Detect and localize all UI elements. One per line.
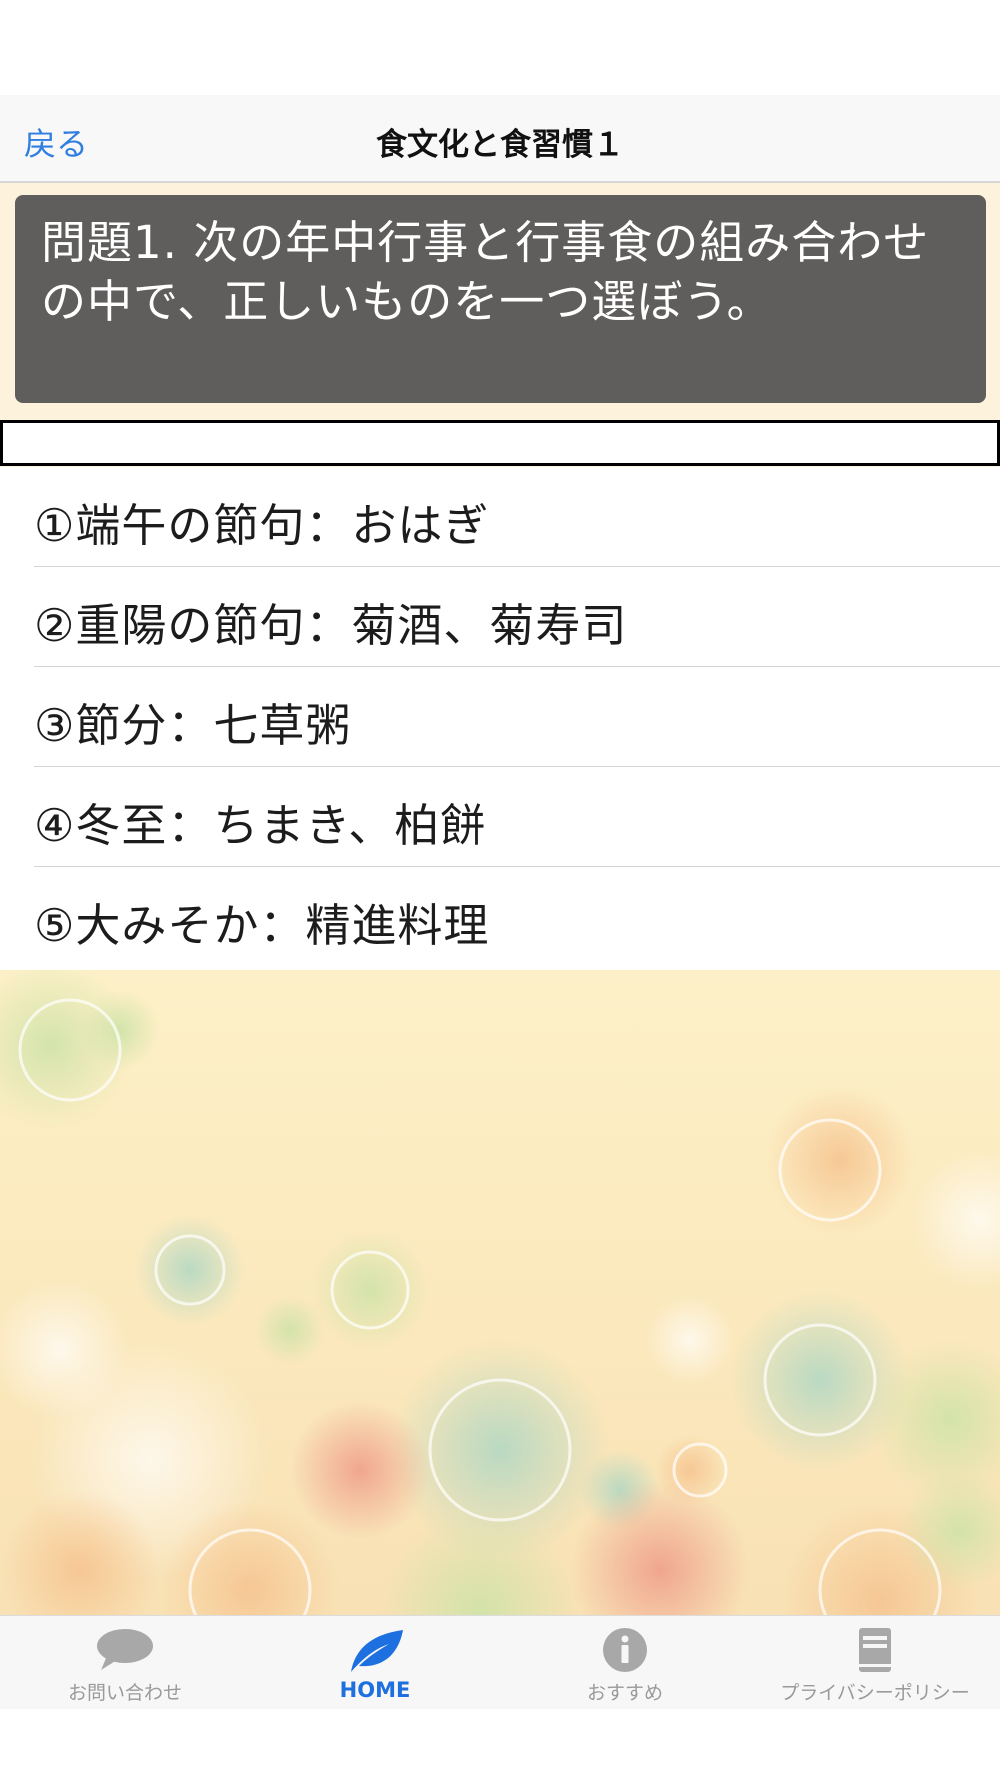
question-text: 問題1. 次の年中行事と行事食の組み合わせの中で、正しいものを一つ選ぼう。 bbox=[41, 216, 930, 328]
tab-recommended[interactable]: おすすめ bbox=[500, 1616, 750, 1709]
tab-label: お問い合わせ bbox=[67, 1682, 182, 1704]
tab-label: おすすめ bbox=[586, 1682, 663, 1704]
tab-bar: お問い合わせ HOME おすすめ プライバシーポリシー bbox=[0, 1615, 1000, 1709]
choice-label: ②重陽の節句：菊酒、菊寿司 bbox=[34, 599, 628, 652]
choice-item-5[interactable]: ⑤大みそか：精進料理 bbox=[34, 867, 1000, 967]
book-icon bbox=[859, 1628, 891, 1672]
tab-label: プライバシーポリシー bbox=[780, 1682, 970, 1704]
choice-label: ④冬至：ちまき、柏餅 bbox=[34, 799, 487, 852]
choice-label: ⑤大みそか：精進料理 bbox=[34, 899, 490, 952]
leaf-icon bbox=[351, 1630, 403, 1672]
tab-privacy-policy[interactable]: プライバシーポリシー bbox=[750, 1616, 1000, 1709]
tab-home[interactable]: HOME bbox=[250, 1616, 500, 1709]
answer-feedback-box bbox=[0, 420, 1000, 466]
floral-background-art bbox=[0, 970, 1000, 1709]
choice-label: ③節分：七草粥 bbox=[34, 699, 352, 752]
choice-list: ①端午の節句：おはぎ ②重陽の節句：菊酒、菊寿司 ③節分：七草粥 ④冬至：ちまき… bbox=[0, 467, 1000, 971]
app-screen: 戻る 食文化と食習慣１ 問題1. 次の年中行事と行事食の組み合わせの中で、正しい… bbox=[0, 0, 1000, 1778]
chat-bubble-icon bbox=[97, 1629, 153, 1670]
navigation-bar: 戻る 食文化と食習慣１ bbox=[0, 95, 1000, 183]
page-title: 食文化と食習慣１ bbox=[376, 127, 624, 163]
choice-label: ①端午の節句：おはぎ bbox=[34, 499, 490, 552]
content-area: 戻る 食文化と食習慣１ 問題1. 次の年中行事と行事食の組み合わせの中で、正しい… bbox=[0, 95, 1000, 1709]
choice-item-4[interactable]: ④冬至：ちまき、柏餅 bbox=[34, 767, 1000, 867]
info-icon bbox=[603, 1628, 647, 1672]
question-box: 問題1. 次の年中行事と行事食の組み合わせの中で、正しいものを一つ選ぼう。 bbox=[15, 195, 986, 403]
tab-label: HOME bbox=[339, 1678, 411, 1702]
choice-item-3[interactable]: ③節分：七草粥 bbox=[34, 667, 1000, 767]
choice-item-1[interactable]: ①端午の節句：おはぎ bbox=[34, 467, 1000, 567]
tab-contact[interactable]: お問い合わせ bbox=[0, 1616, 250, 1709]
choice-item-2[interactable]: ②重陽の節句：菊酒、菊寿司 bbox=[34, 567, 1000, 667]
